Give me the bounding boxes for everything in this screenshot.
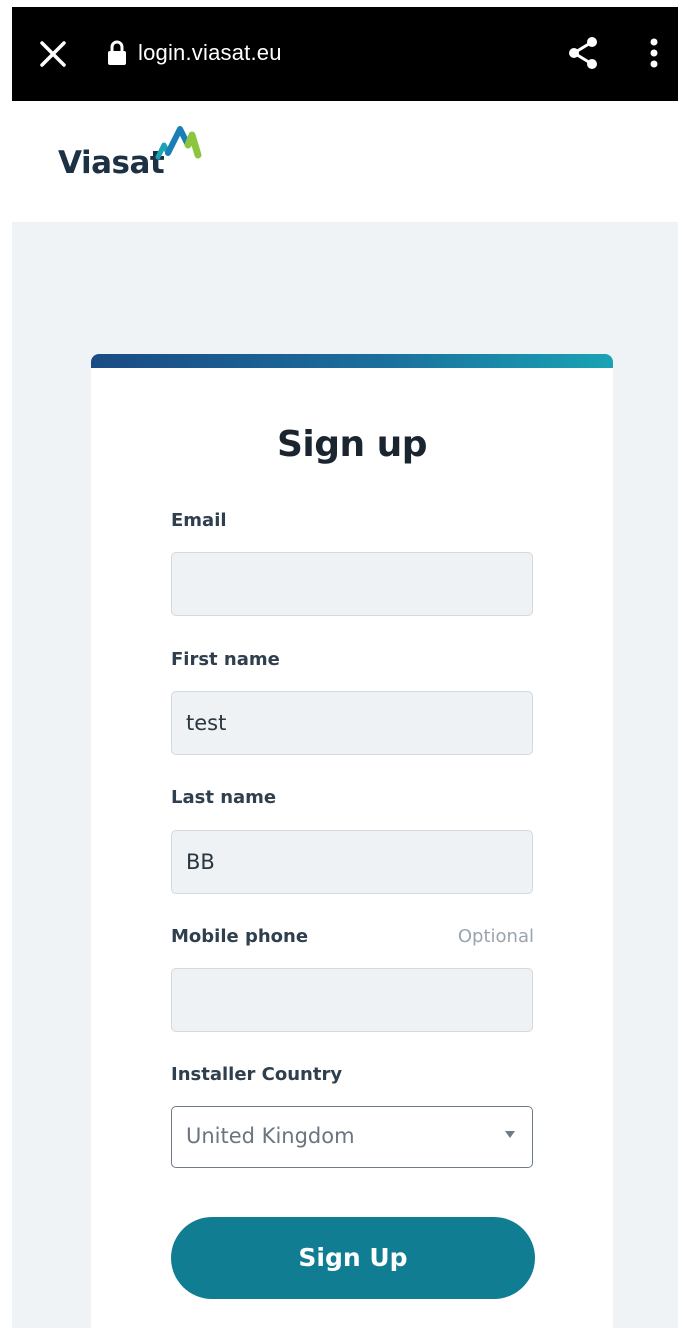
lock-icon bbox=[107, 40, 127, 66]
site-header: Viasat bbox=[12, 101, 678, 222]
optional-hint: Optional bbox=[457, 926, 534, 947]
installer-country-select[interactable]: United Kingdom bbox=[171, 1106, 533, 1168]
close-icon[interactable] bbox=[36, 37, 70, 71]
last-name-label: Last name bbox=[171, 787, 277, 808]
email-field[interactable] bbox=[171, 552, 533, 616]
installer-country-label: Installer Country bbox=[171, 1064, 343, 1085]
page-title: Sign up bbox=[276, 424, 428, 465]
browser-address-bar: login.viasat.eu bbox=[12, 7, 678, 101]
sign-up-button[interactable]: Sign Up bbox=[171, 1217, 535, 1299]
mobile-phone-label: Mobile phone bbox=[171, 926, 309, 947]
first-name-label: First name bbox=[171, 649, 280, 670]
first-name-field[interactable] bbox=[171, 691, 533, 755]
logo-mark-icon bbox=[155, 126, 202, 160]
logo-text: Viasat bbox=[58, 145, 165, 181]
last-name-field[interactable] bbox=[171, 830, 533, 894]
installer-country-value: United Kingdom bbox=[186, 1124, 355, 1148]
mobile-phone-field[interactable] bbox=[171, 968, 533, 1032]
signup-card: Sign up Email First name Last name Mobil… bbox=[91, 354, 613, 1328]
more-vertical-icon[interactable] bbox=[642, 35, 666, 71]
share-icon[interactable] bbox=[565, 35, 601, 71]
viasat-logo[interactable]: Viasat bbox=[58, 123, 218, 183]
url-text[interactable]: login.viasat.eu bbox=[138, 39, 282, 67]
card-accent-bar bbox=[91, 354, 613, 368]
email-label: Email bbox=[171, 510, 227, 531]
chevron-down-icon bbox=[505, 1131, 515, 1138]
